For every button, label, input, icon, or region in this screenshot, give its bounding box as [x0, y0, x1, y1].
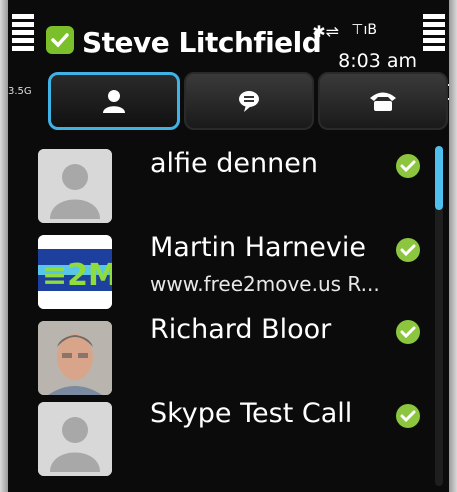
clock: 8:03 am	[338, 50, 417, 72]
tab-contacts[interactable]	[48, 72, 180, 130]
network-status-icon: ⊤ıB	[351, 22, 377, 38]
contact-list: alfie dennen ≡2M Martin Harnevie www.fre…	[38, 140, 428, 484]
scrollbar-thumb[interactable]	[435, 146, 443, 210]
list-item[interactable]: Richard Bloor	[38, 312, 428, 398]
online-status-icon	[396, 238, 420, 262]
network-type-label: 3.5G	[8, 86, 32, 97]
default-avatar	[38, 149, 112, 223]
user-display-name: Steve Litchfield	[82, 26, 322, 59]
list-item[interactable]: alfie dennen	[38, 140, 428, 226]
list-item[interactable]: ≡2M Martin Harnevie www.free2move.us R..…	[38, 226, 428, 312]
app-header: Steve Litchfield ✱⇌ ⊤ıB 8:03 am	[40, 20, 417, 72]
online-status-icon	[396, 320, 420, 344]
phone-bezel-left	[0, 0, 8, 492]
contact-mood-message: www.free2move.us R...	[150, 272, 380, 296]
contact-name: alfie dennen	[150, 148, 318, 179]
contact-name: Richard Bloor	[150, 314, 332, 345]
contact-name: Skype Test Call	[150, 398, 353, 429]
phone-bezel-right	[449, 0, 457, 492]
photo-avatar	[38, 321, 112, 395]
default-avatar	[38, 402, 112, 476]
tab-calls[interactable]	[318, 72, 448, 130]
bluetooth-icon: ✱⇌	[312, 22, 339, 41]
signal-strength-icon	[12, 14, 34, 54]
tab-bar	[48, 72, 448, 130]
chat-bubble-icon	[239, 91, 259, 112]
svg-text:≡2M: ≡2M	[42, 258, 112, 293]
person-icon	[103, 90, 125, 113]
contact-name: Martin Harnevie	[150, 232, 367, 263]
battery-icon	[423, 14, 445, 54]
online-status-icon[interactable]	[46, 26, 74, 54]
online-status-icon	[396, 404, 420, 428]
phone-icon	[370, 92, 396, 111]
tab-chats[interactable]	[184, 72, 314, 130]
logo-avatar: ≡2M	[38, 235, 112, 309]
online-status-icon	[396, 154, 420, 178]
list-item[interactable]: Skype Test Call	[38, 398, 428, 484]
scrollbar[interactable]	[435, 146, 443, 486]
